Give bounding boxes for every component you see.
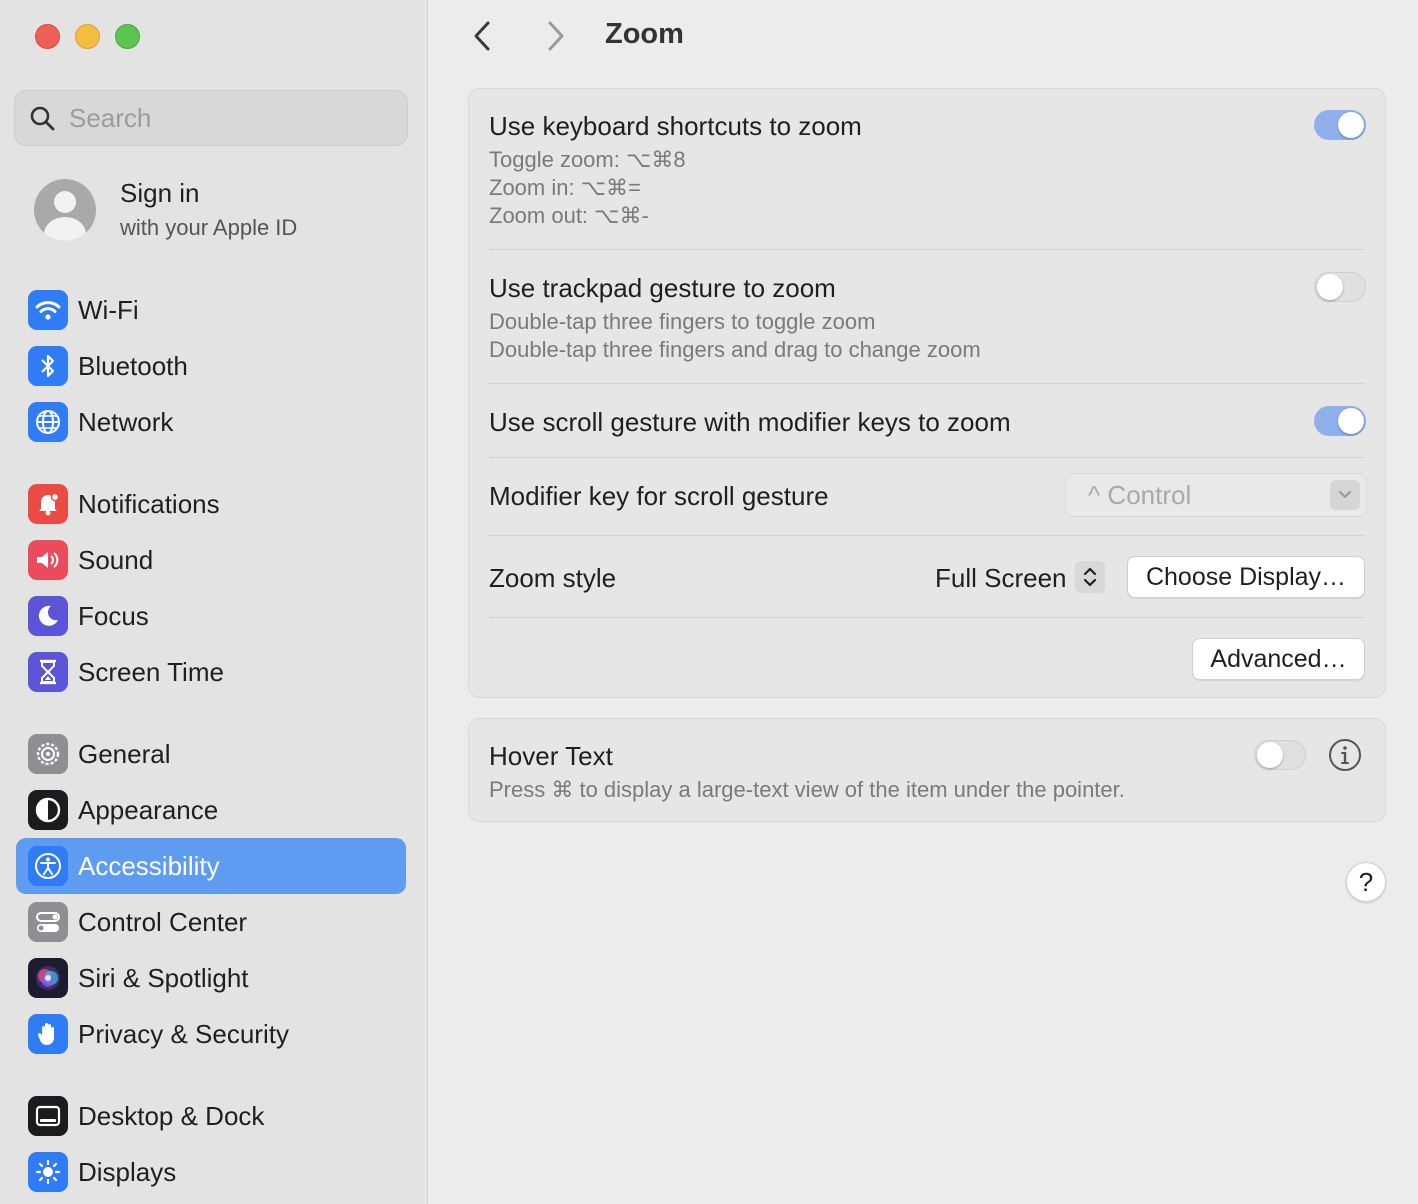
modifier-key-select[interactable]: ^ Control xyxy=(1065,473,1367,517)
back-arrow-icon[interactable] xyxy=(468,18,498,54)
sidebar-item-label: Notifications xyxy=(78,488,220,519)
sidebar-item-accessibility[interactable]: Accessibility xyxy=(16,838,406,894)
speaker-icon xyxy=(28,540,68,580)
keyboard-shortcut-zoom-in-line: Zoom in: ⌥⌘= xyxy=(489,175,641,200)
hover-text-row: Hover Text Press ⌘ to display a large-te… xyxy=(489,741,1365,804)
sidebar-item-appearance[interactable]: Appearance xyxy=(16,782,406,838)
search-icon xyxy=(30,106,55,131)
sidebar-item-notifications[interactable]: Notifications xyxy=(16,476,406,532)
sidebar-item-label: Network xyxy=(78,406,174,437)
sidebar-item-label: Screen Time xyxy=(78,656,224,687)
sidebar-item-desktop-dock[interactable]: Desktop & Dock xyxy=(16,1088,406,1144)
sidebar-item-label: General xyxy=(78,738,171,769)
accessibility-icon xyxy=(28,846,68,886)
keyboard-shortcut-toggle-line: Toggle zoom: ⌥⌘8 xyxy=(489,147,686,172)
wifi-icon xyxy=(28,290,68,330)
sidebar-item-bluetooth[interactable]: Bluetooth xyxy=(16,338,406,394)
bell-icon xyxy=(28,484,68,524)
sidebar-item-general[interactable]: General xyxy=(16,726,406,782)
control-center-icon xyxy=(28,902,68,942)
hover-text-description: Press ⌘ to display a large-text view of … xyxy=(489,777,1125,802)
sidebar-item-label: Accessibility xyxy=(78,850,220,881)
sidebar-item-screen-time[interactable]: Screen Time xyxy=(16,644,406,700)
choose-display-button[interactable]: Choose Display… xyxy=(1127,556,1365,598)
sidebar-item-focus[interactable]: Focus xyxy=(16,588,406,644)
sidebar-item-siri-spotlight[interactable]: Siri & Spotlight xyxy=(16,950,406,1006)
sidebar-item-label: Privacy & Security xyxy=(78,1018,289,1049)
keyboard-shortcuts-title: Use keyboard shortcuts to zoom xyxy=(489,111,862,141)
keyboard-shortcut-zoom-out-line: Zoom out: ⌥⌘- xyxy=(489,203,649,228)
keyboard-shortcuts-row: Use keyboard shortcuts to zoom Toggle zo… xyxy=(489,111,1365,230)
modifier-key-value: ^ Control xyxy=(1088,479,1192,510)
sidebar-item-label: Desktop & Dock xyxy=(78,1100,265,1131)
forward-arrow-icon[interactable] xyxy=(540,18,570,54)
help-button[interactable]: ? xyxy=(1346,862,1386,902)
sidebar-item-privacy-security[interactable]: Privacy & Security xyxy=(16,1006,406,1062)
sidebar-item-label: Focus xyxy=(78,600,149,631)
globe-icon xyxy=(28,402,68,442)
advanced-button[interactable]: Advanced… xyxy=(1192,638,1365,680)
sidebar-item-label: Siri & Spotlight xyxy=(78,962,249,993)
trackpad-gesture-toggle[interactable] xyxy=(1314,272,1366,302)
bluetooth-icon xyxy=(28,346,68,386)
signin-subtitle: with your Apple ID xyxy=(120,215,298,240)
sidebar-item-sound[interactable]: Sound xyxy=(16,532,406,588)
info-icon[interactable] xyxy=(1328,738,1362,772)
sidebar-item-control-center[interactable]: Control Center xyxy=(16,894,406,950)
zoom-style-value[interactable]: Full Screen xyxy=(935,563,1067,594)
hover-text-title: Hover Text xyxy=(489,741,613,771)
scroll-gesture-row: Use scroll gesture with modifier keys to… xyxy=(489,407,1365,438)
sidebar-item-label: Wi-Fi xyxy=(78,294,139,325)
hourglass-icon xyxy=(28,652,68,692)
sidebar-item-label: Bluetooth xyxy=(78,350,188,381)
sidebar-item-label: Displays xyxy=(78,1156,177,1187)
sidebar-item-label: Control Center xyxy=(78,906,248,937)
sun-icon xyxy=(28,1152,68,1192)
moon-icon xyxy=(28,596,68,636)
sidebar-item-label: Sound xyxy=(78,544,154,575)
search-placeholder: Search xyxy=(69,102,152,133)
page-title: Zoom xyxy=(605,18,684,50)
zoom-window-button[interactable] xyxy=(115,24,140,49)
sidebar-item-network[interactable]: Network xyxy=(16,394,406,450)
sidebar-item-label: Appearance xyxy=(78,794,219,825)
hover-text-card: Hover Text Press ⌘ to display a large-te… xyxy=(468,718,1386,822)
hand-icon xyxy=(28,1014,68,1054)
scroll-gesture-toggle[interactable] xyxy=(1314,406,1366,436)
dock-icon xyxy=(28,1096,68,1136)
hover-text-toggle[interactable] xyxy=(1254,740,1306,770)
avatar xyxy=(34,178,96,241)
siri-icon xyxy=(28,958,68,998)
zoom-settings-card: Use keyboard shortcuts to zoom Toggle zo… xyxy=(468,88,1386,698)
sidebar: Search Sign in with your Apple ID Wi-Fi … xyxy=(0,0,428,1204)
minimize-window-button[interactable] xyxy=(75,24,100,49)
chevron-down-icon xyxy=(1330,480,1360,510)
trackpad-gesture-title: Use trackpad gesture to zoom xyxy=(489,273,836,303)
close-window-button[interactable] xyxy=(35,24,60,49)
trackpad-gesture-row: Use trackpad gesture to zoom Double-tap … xyxy=(489,273,1365,364)
trackpad-gesture-line-2: Double-tap three fingers and drag to cha… xyxy=(489,337,981,362)
appearance-icon xyxy=(28,790,68,830)
apple-id-signin[interactable]: Sign in with your Apple ID xyxy=(34,178,297,241)
sidebar-item-wifi[interactable]: Wi-Fi xyxy=(16,282,406,338)
toolbar: Zoom xyxy=(428,0,1418,72)
sidebar-item-displays[interactable]: Displays xyxy=(16,1144,406,1200)
trackpad-gesture-line-1: Double-tap three fingers to toggle zoom xyxy=(489,309,876,334)
up-down-stepper-icon[interactable] xyxy=(1075,561,1105,593)
signin-title: Sign in xyxy=(120,178,200,208)
gear-icon xyxy=(28,734,68,774)
search-field[interactable]: Search xyxy=(14,90,408,146)
scroll-gesture-title: Use scroll gesture with modifier keys to… xyxy=(489,407,1011,437)
keyboard-shortcuts-toggle[interactable] xyxy=(1314,110,1366,140)
